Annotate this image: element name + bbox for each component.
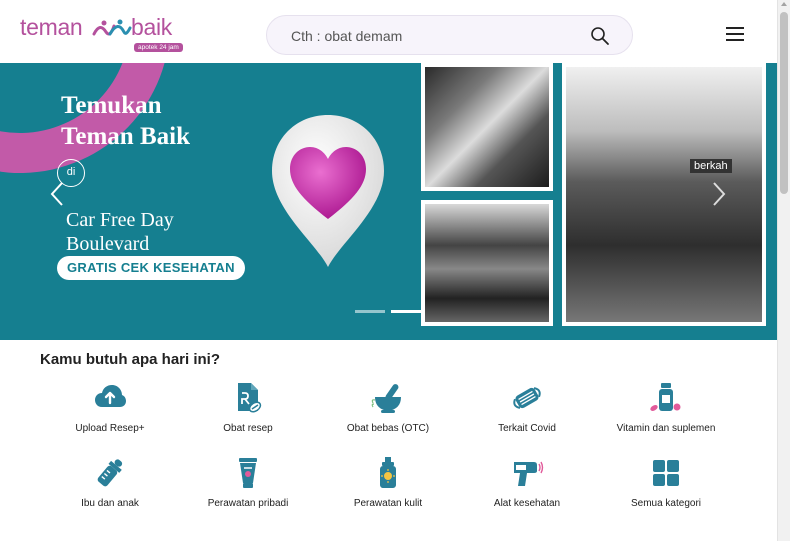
banner-event: Car Free Day Boulevard: [66, 208, 174, 256]
thermometer-gun-icon: [514, 461, 544, 486]
category-label: Alat kesehatan: [493, 498, 561, 509]
baby-bottle-icon: [97, 459, 123, 487]
category-semua[interactable]: Semua kategori: [596, 456, 736, 509]
category-label: Obat resep: [223, 423, 273, 434]
site-header: teman baik apotek 24 jam: [0, 0, 777, 63]
carousel-indicator-1[interactable]: [355, 310, 385, 313]
carousel-indicator-2[interactable]: [391, 310, 421, 313]
cloud-upload-icon: [95, 385, 126, 407]
logo[interactable]: teman baik apotek 24 jam: [20, 14, 190, 56]
category-ibu-anak[interactable]: Ibu dan anak: [40, 456, 180, 509]
category-label: Vitamin dan suplemen: [616, 423, 716, 434]
logo-tagline: apotek 24 jam: [134, 43, 183, 52]
logo-baik-text: baik: [131, 14, 172, 40]
grid-icon: [653, 460, 679, 486]
promo-banner[interactable]: Temukan Teman Baik di Car Free Day Boule…: [0, 63, 777, 340]
category-perawatan-pribadi[interactable]: Perawatan pribadi: [178, 456, 318, 509]
carousel-next-icon[interactable]: [710, 181, 728, 207]
search-input[interactable]: [291, 26, 581, 46]
banner-title-line2: Teman Baik: [61, 123, 190, 150]
mask-icon: [513, 387, 541, 409]
mortar-pestle-icon: [371, 384, 401, 413]
banner-event-line2: Boulevard: [66, 233, 150, 255]
category-obat-resep[interactable]: Obat resep: [178, 381, 318, 434]
vertical-scrollbar[interactable]: [777, 0, 790, 541]
banner-event-line1: Car Free Day: [66, 209, 174, 231]
logo-people-icon: [92, 19, 132, 36]
category-obat-bebas[interactable]: Obat bebas (OTC): [318, 381, 458, 434]
heart-pin-icon: [272, 115, 384, 267]
category-label: Perawatan pribadi: [207, 498, 289, 509]
event-photo-2: [421, 200, 553, 326]
category-alat-kesehatan[interactable]: Alat kesehatan: [457, 456, 597, 509]
category-label: Obat bebas (OTC): [346, 423, 430, 434]
page: teman baik apotek 24 jam Cth: obat dema…: [0, 0, 790, 541]
search-icon[interactable]: [590, 26, 610, 46]
event-photo-3: berkah: [562, 63, 766, 326]
category-perawatan-kulit[interactable]: Perawatan kulit: [318, 456, 458, 509]
category-covid[interactable]: Terkait Covid: [457, 381, 597, 434]
scroll-up-arrow-icon[interactable]: [781, 2, 787, 6]
lotion-tube-icon: [239, 458, 257, 488]
banner-title-line1: Temukan: [61, 92, 162, 119]
category-label: Ibu dan anak: [81, 498, 139, 509]
hamburger-menu-icon[interactable]: [726, 27, 746, 43]
search-bar: [266, 15, 633, 55]
photo-sign-text: berkah: [690, 159, 732, 173]
logo-teman-text: teman: [20, 14, 83, 40]
category-label: Semua kategori: [630, 498, 702, 509]
event-photo-1: [421, 63, 553, 191]
carousel-prev-icon[interactable]: [48, 181, 66, 207]
main-content: teman baik apotek 24 jam Cth: obat dema…: [0, 0, 777, 541]
category-label: Perawatan kulit: [353, 498, 423, 509]
prescription-icon: [238, 383, 262, 413]
sunscreen-icon: [380, 457, 396, 488]
category-upload-resep[interactable]: Upload Resep+: [40, 381, 180, 434]
categories-heading: Kamu butuh apa hari ini?: [40, 351, 221, 368]
scrollbar-thumb[interactable]: [780, 12, 788, 194]
vitamin-bottle-icon: [650, 383, 681, 411]
category-label: Upload Resep+: [75, 423, 145, 434]
category-vitamin[interactable]: Vitamin dan suplemen: [596, 381, 736, 434]
category-label: Terkait Covid: [498, 423, 556, 434]
free-checkup-badge: GRATIS CEK KESEHATAN: [57, 256, 245, 280]
banner-title: Temukan Teman Baik: [61, 90, 190, 152]
